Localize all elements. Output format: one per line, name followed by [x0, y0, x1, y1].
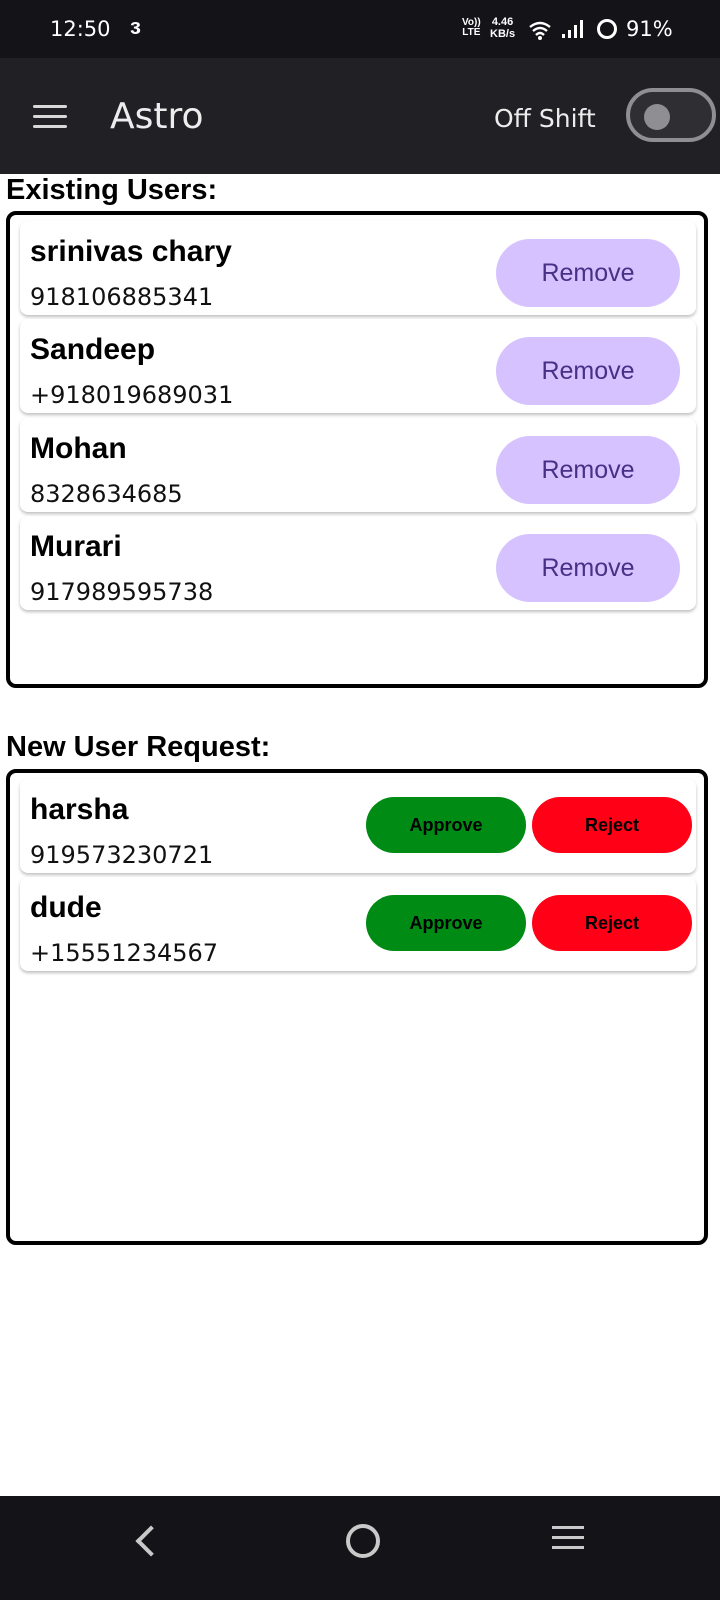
status-time: 12:50	[50, 17, 111, 41]
navigation-bar	[0, 1496, 720, 1600]
reject-button[interactable]: Reject	[532, 797, 692, 853]
new-user-request-title: New User Request:	[6, 731, 271, 763]
remove-button[interactable]: Remove	[496, 436, 680, 504]
recents-icon[interactable]	[552, 1526, 584, 1550]
user-phone: 917989595738	[30, 578, 214, 606]
request-card: harsha 919573230721 Approve Reject	[20, 779, 696, 873]
user-card: Mohan 8328634685 Remove	[20, 418, 696, 512]
app-title: Astro	[110, 96, 204, 137]
menu-icon[interactable]	[33, 105, 69, 129]
request-name: harsha	[30, 793, 129, 826]
user-phone: +918019689031	[30, 381, 234, 409]
wifi-icon	[529, 21, 551, 40]
request-card: dude +15551234567 Approve Reject	[20, 877, 696, 971]
shift-toggle[interactable]	[626, 88, 716, 142]
signal-icon	[562, 20, 583, 38]
network-speed: 4.46 KB/s	[490, 16, 516, 40]
home-icon[interactable]	[346, 1524, 380, 1558]
user-name: Murari	[30, 530, 122, 563]
reject-button[interactable]: Reject	[532, 895, 692, 951]
k-icon: з	[130, 14, 141, 39]
remove-button[interactable]: Remove	[496, 239, 680, 307]
user-name: Sandeep	[30, 333, 156, 366]
app-bar: Astro Off Shift	[0, 58, 720, 174]
user-card: srinivas chary 918106885341 Remove	[20, 221, 696, 315]
back-icon[interactable]	[135, 1525, 167, 1557]
volte-indicator: Vo)) LTE	[462, 17, 481, 38]
shift-label: Off Shift	[494, 104, 596, 133]
approve-button[interactable]: Approve	[366, 895, 526, 951]
request-name: dude	[30, 891, 102, 924]
remove-button[interactable]: Remove	[496, 534, 680, 602]
existing-users-title: Existing Users:	[6, 174, 218, 206]
user-card: Sandeep +918019689031 Remove	[20, 319, 696, 413]
user-card: Murari 917989595738 Remove	[20, 516, 696, 610]
new-requests-panel: harsha 919573230721 Approve Reject dude …	[6, 769, 708, 1245]
battery-level: 91%	[626, 17, 673, 41]
user-phone: 8328634685	[30, 480, 183, 508]
request-phone: +15551234567	[30, 939, 219, 967]
existing-users-panel: srinivas chary 918106885341 Remove Sande…	[6, 211, 708, 688]
status-bar: 12:50 з Vo)) LTE 4.46 KB/s 91%	[0, 0, 720, 58]
user-phone: 918106885341	[30, 283, 214, 311]
toggle-knob	[644, 104, 670, 130]
battery-icon	[597, 19, 617, 39]
approve-button[interactable]: Approve	[366, 797, 526, 853]
remove-button[interactable]: Remove	[496, 337, 680, 405]
user-name: srinivas chary	[30, 235, 232, 268]
user-name: Mohan	[30, 432, 127, 465]
request-phone: 919573230721	[30, 841, 214, 869]
